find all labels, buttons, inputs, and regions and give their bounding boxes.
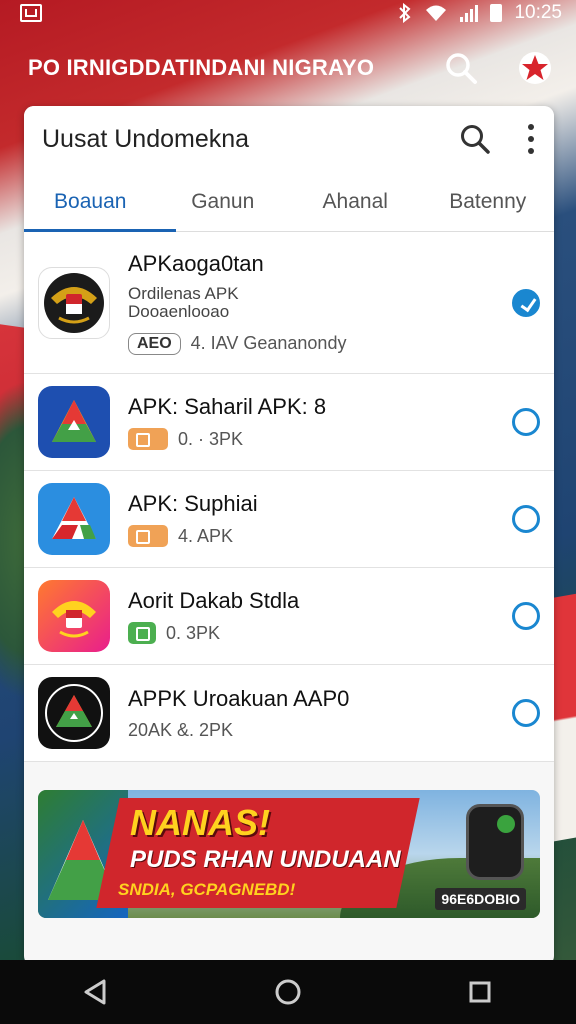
item-title: APKaoga0tan xyxy=(128,250,264,276)
list-item[interactable]: APK: Saharil APK: 8 0. · 3PK xyxy=(24,374,554,471)
search-icon[interactable] xyxy=(458,122,492,156)
category-badge-icon xyxy=(128,525,168,547)
promo-banner[interactable]: NANAS! PUDS RHAN UNDUAAN SNDIA, GCPAGNEB… xyxy=(38,790,540,918)
more-options-icon[interactable] xyxy=(526,124,536,154)
banner-phone-icon xyxy=(466,804,524,880)
wifi-icon xyxy=(426,5,447,21)
banner-badge: 96E6DOBIO xyxy=(435,888,526,910)
home-icon[interactable] xyxy=(258,970,318,1014)
item-meta: 20AK &. 2PK xyxy=(128,719,234,740)
apk-triangle-blue-icon xyxy=(38,386,110,458)
app-title: PO IRNIGDDATINDANI NIGRAYO xyxy=(28,55,375,80)
list-item[interactable]: APKaoga0tan Ordilenas APK Dooaenlooao AE… xyxy=(24,232,554,374)
select-radio[interactable] xyxy=(512,408,540,436)
list-item[interactable]: APPK Uroakuan AAP0 20AK &. 2PK xyxy=(24,665,554,762)
main-card: Uusat Undomekna Boauan Ganun Ahanal Bate… xyxy=(24,106,554,966)
system-nav-bar xyxy=(0,960,576,1024)
item-title: APPK Uroakuan AAP0 xyxy=(128,685,350,711)
apk-dark-badge-icon xyxy=(38,677,110,749)
item-meta: 4. IAV Geananondy xyxy=(190,333,347,353)
banner-subline: PUDS RHAN UNDUAAN xyxy=(130,846,401,873)
apk-triangle-light-icon xyxy=(38,483,110,555)
tab-ganun[interactable]: Ganun xyxy=(157,172,290,231)
category-badge-icon xyxy=(128,428,168,450)
select-radio[interactable] xyxy=(512,602,540,630)
tab-boauan[interactable]: Boauan xyxy=(24,172,157,231)
item-title: APK: Suphiai xyxy=(128,491,258,516)
search-text[interactable]: Uusat Undomekna xyxy=(42,125,458,154)
item-title: APK: Saharil APK: 8 xyxy=(128,394,327,419)
selected-radio[interactable] xyxy=(512,288,540,317)
select-radio[interactable] xyxy=(512,699,540,727)
garuda-pink-icon xyxy=(38,580,110,652)
item-subtitle: Ordilenas APK xyxy=(128,283,239,303)
tab-ahanal[interactable]: Ahanal xyxy=(289,172,422,231)
list-item[interactable]: Aorit Dakab Stdla 0. 3PK xyxy=(24,568,554,665)
battery-icon xyxy=(490,4,503,22)
item-meta: 0. 3PK xyxy=(166,622,221,643)
banner-tagline: SNDIA, GCPAGNEBD! xyxy=(118,880,296,899)
recents-icon[interactable] xyxy=(450,970,510,1014)
tab-bar: Boauan Ganun Ahanal Batenny xyxy=(24,172,554,232)
list-item[interactable]: APK: Suphiai 4. APK xyxy=(24,471,554,568)
tab-batenny[interactable]: Batenny xyxy=(422,172,555,231)
app-header: PO IRNIGDDATINDANI NIGRAYO xyxy=(0,40,576,96)
garuda-emblem-icon xyxy=(38,266,110,339)
item-meta: 4. APK xyxy=(178,525,234,546)
status-time: 10:25 xyxy=(514,2,562,23)
status-bar: 10:25 xyxy=(0,0,576,26)
signal-icon xyxy=(460,4,479,22)
item-title: Aorit Dakab Stdla xyxy=(128,588,300,613)
search-bar[interactable]: Uusat Undomekna xyxy=(24,106,554,172)
star-badge-icon[interactable] xyxy=(518,51,552,85)
category-badge-icon xyxy=(128,622,156,644)
banner-headline: NANAS! xyxy=(130,802,270,843)
search-icon[interactable] xyxy=(444,51,478,85)
app-list: APKaoga0tan Ordilenas APK Dooaenlooao AE… xyxy=(24,232,554,762)
select-radio[interactable] xyxy=(512,505,540,533)
back-icon[interactable] xyxy=(66,970,126,1014)
gallery-icon xyxy=(20,4,42,22)
item-subtitle-2: Dooaenlooao xyxy=(128,301,230,321)
item-meta: 0. · 3PK xyxy=(178,428,244,449)
bluetooth-icon xyxy=(399,3,411,23)
item-chip: AEO xyxy=(128,332,181,355)
